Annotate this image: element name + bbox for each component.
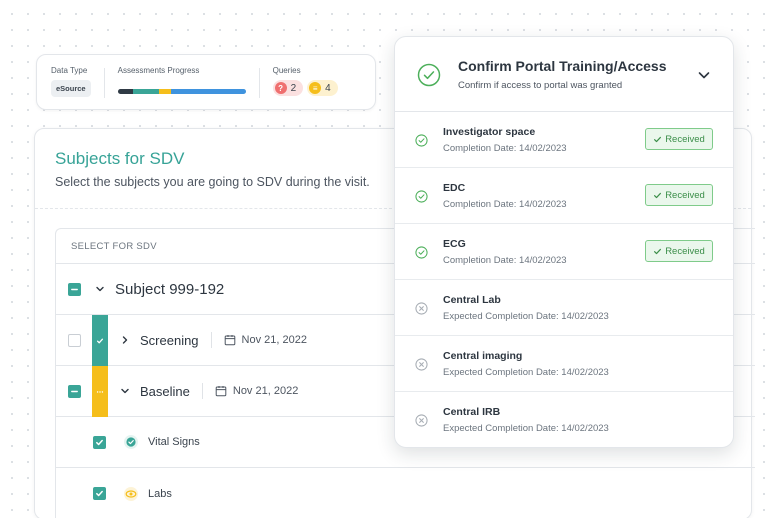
- portal-item-title: Central imaging: [443, 350, 523, 362]
- received-label: Received: [665, 245, 705, 257]
- data-type-label: Data Type: [51, 66, 88, 75]
- visit-date: Nov 21, 2022: [215, 385, 298, 397]
- open-queries-count: 2: [290, 82, 297, 94]
- check-icon: [96, 338, 104, 343]
- received-label: Received: [665, 189, 705, 201]
- sdv-subtitle: Select the subjects you are going to SDV…: [55, 175, 370, 189]
- check-icon: [96, 439, 103, 445]
- received-badge[interactable]: Received: [645, 184, 713, 206]
- received-badge[interactable]: Received: [645, 240, 713, 262]
- subject-name: Subject 999-192: [115, 280, 225, 298]
- pending-x-circle-icon: [415, 302, 428, 315]
- portal-training-panel: Confirm Portal Training/Access Confirm i…: [394, 36, 734, 448]
- chevron-right-icon[interactable]: [120, 335, 130, 345]
- comment-icon: ≡: [309, 82, 322, 94]
- minus-icon: [71, 390, 78, 392]
- open-queries-badge[interactable]: ? 2: [272, 80, 304, 96]
- check-circle-icon: [415, 134, 428, 147]
- divider: [201, 383, 203, 399]
- data-type-section: Data Type eSource: [51, 66, 91, 97]
- chevron-down-icon[interactable]: [697, 68, 711, 82]
- visit-status-strip: [92, 315, 108, 366]
- progress-segment: [117, 89, 133, 94]
- check-icon: [96, 490, 103, 497]
- visit-date-text: Nov 21, 2022: [232, 385, 299, 397]
- answered-queries-badge[interactable]: ≡ 4: [307, 80, 338, 96]
- form-row-labs: Labs: [56, 468, 755, 518]
- assessments-progress-section: Assessments Progress: [117, 66, 246, 94]
- portal-item: Central imaging Expected Completion Date…: [395, 336, 733, 392]
- data-type-pill: eSource: [51, 80, 91, 97]
- form-name: Labs: [148, 487, 172, 500]
- minus-icon: [71, 288, 78, 290]
- visit-name: Baseline: [140, 383, 190, 399]
- portal-item-date: Expected Completion Date: 14/02/2023: [443, 423, 609, 434]
- queries-section: Queries ? 2 ≡ 4: [272, 66, 338, 96]
- form-checkbox-labs[interactable]: [93, 487, 106, 500]
- visit-date: Nov 21, 2022: [224, 334, 307, 346]
- portal-item: Central Lab Expected Completion Date: 14…: [395, 280, 733, 336]
- portal-item-date: Completion Date: 14/02/2023: [443, 143, 567, 154]
- check-icon: [654, 248, 662, 254]
- divider: [258, 68, 260, 98]
- visit-status-strip: [92, 366, 108, 417]
- check-circle-icon: [415, 190, 428, 203]
- portal-items-list: Investigator space Completion Date: 14/0…: [395, 112, 733, 447]
- progress-label: Assessments Progress: [117, 66, 200, 75]
- eye-icon: [124, 486, 138, 501]
- check-icon: [654, 192, 662, 198]
- check-icon: [654, 136, 662, 142]
- portal-item-title: Central IRB: [443, 406, 501, 418]
- answered-queries-count: 4: [325, 82, 331, 94]
- form-checkbox-vital-signs[interactable]: [93, 435, 106, 449]
- queries-badges: ? 2 ≡ 4: [272, 80, 338, 96]
- portal-item-title: Central Lab: [443, 294, 501, 306]
- queries-label: Queries: [272, 66, 301, 75]
- progress-segment: [132, 89, 159, 94]
- form-name: Vital Signs: [148, 436, 200, 448]
- chevron-down-icon[interactable]: [120, 386, 130, 396]
- portal-item-date: Completion Date: 14/02/2023: [443, 255, 567, 266]
- study-info-bar: Data Type eSource Assessments Progress Q…: [36, 54, 376, 110]
- portal-item: ECG Completion Date: 14/02/2023 Received: [395, 224, 733, 280]
- divider: [103, 68, 105, 98]
- portal-panel-header[interactable]: Confirm Portal Training/Access Confirm i…: [395, 37, 733, 112]
- visit-date-text: Nov 21, 2022: [241, 334, 307, 346]
- select-for-sdv-header: SELECT FOR SDV: [71, 240, 157, 252]
- check-circle-icon: [417, 63, 441, 87]
- portal-item: Investigator space Completion Date: 14/0…: [395, 112, 733, 168]
- calendar-icon: [224, 335, 235, 346]
- question-icon: ?: [274, 82, 287, 94]
- portal-panel-title: Confirm Portal Training/Access: [458, 58, 667, 74]
- visit-checkbox-screening[interactable]: [68, 333, 81, 347]
- progress-segment: [171, 89, 246, 94]
- chevron-down-icon[interactable]: [95, 284, 105, 294]
- visit-name: Screening: [140, 332, 199, 348]
- check-circle-icon: [124, 435, 138, 449]
- subject-checkbox[interactable]: [68, 282, 81, 296]
- portal-item: EDC Completion Date: 14/02/2023 Received: [395, 168, 733, 224]
- portal-item-date: Completion Date: 14/02/2023: [443, 199, 567, 210]
- ellipsis-icon: [96, 390, 104, 393]
- portal-item-date: Expected Completion Date: 14/02/2023: [443, 311, 609, 322]
- portal-item-title: ECG: [443, 238, 466, 250]
- calendar-icon: [215, 386, 227, 397]
- divider: [210, 332, 212, 348]
- portal-item-date: Expected Completion Date: 14/02/2023: [443, 367, 609, 378]
- check-circle-icon: [415, 246, 428, 259]
- received-badge[interactable]: Received: [645, 128, 713, 150]
- progress-segment: [158, 89, 172, 94]
- received-label: Received: [665, 133, 705, 145]
- portal-item-title: EDC: [443, 182, 466, 194]
- pending-x-circle-icon: [415, 358, 428, 371]
- visit-checkbox-baseline[interactable]: [68, 384, 81, 398]
- portal-panel-subtitle: Confirm if access to portal was granted: [458, 80, 623, 91]
- assessments-progress-bar: [117, 89, 246, 94]
- portal-item: Central IRB Expected Completion Date: 14…: [395, 392, 733, 447]
- sdv-title: Subjects for SDV: [55, 149, 185, 168]
- pending-x-circle-icon: [415, 414, 428, 427]
- portal-item-title: Investigator space: [443, 126, 536, 138]
